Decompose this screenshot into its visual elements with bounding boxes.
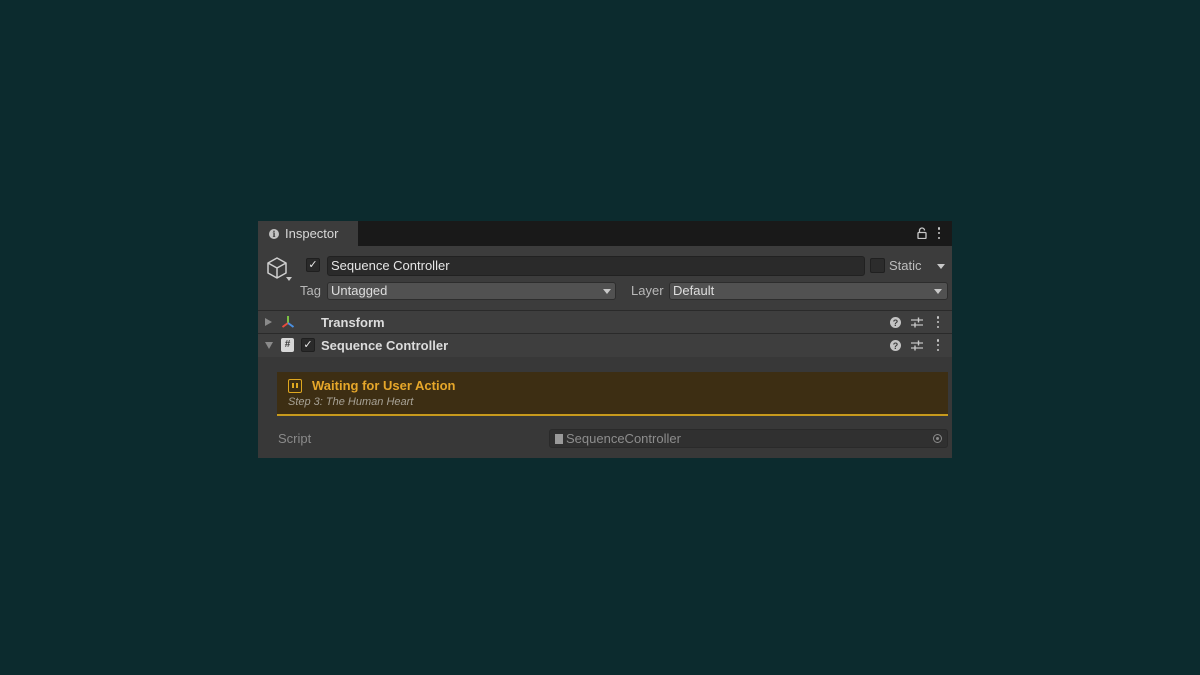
chevron-down-icon [934, 289, 942, 294]
tab-inspector-label: Inspector [285, 226, 339, 241]
component-header-sequence-controller[interactable]: # ✓ Sequence Controller ? [258, 333, 952, 357]
tag-value: Untagged [331, 283, 388, 298]
component-title: Transform [321, 315, 385, 330]
transform-axes-icon [281, 316, 295, 328]
sequence-controller-body: Waiting for User Action Step 3: The Huma… [258, 357, 952, 458]
help-icon[interactable]: ? [890, 317, 901, 328]
tab-inspector[interactable]: i Inspector [258, 221, 358, 246]
foldout-collapsed-icon[interactable] [265, 318, 272, 326]
window-menu-icon[interactable] [937, 227, 941, 239]
gameobject-name-field[interactable]: Sequence Controller [327, 256, 865, 276]
inspector-window: i Inspector ✓ Sequence Controller Static… [258, 221, 952, 458]
component-enabled-checkbox[interactable]: ✓ [301, 338, 315, 352]
layer-value: Default [673, 283, 715, 298]
object-picker-icon[interactable] [933, 434, 942, 443]
lock-icon[interactable] [917, 227, 927, 239]
status-banner: Waiting for User Action Step 3: The Huma… [277, 372, 948, 416]
script-label: Script [278, 431, 312, 446]
presets-icon[interactable] [911, 340, 923, 351]
tag-dropdown[interactable]: Untagged [327, 282, 616, 300]
static-label: Static [889, 258, 922, 273]
gameobject-active-checkbox[interactable]: ✓ [306, 258, 320, 272]
chevron-down-icon [603, 289, 611, 294]
status-subtitle: Step 3: The Human Heart [288, 396, 414, 408]
presets-icon[interactable] [911, 317, 923, 328]
icon-dropdown-caret-icon[interactable] [286, 277, 292, 281]
component-header-transform[interactable]: Transform ? [258, 310, 952, 333]
info-icon: i [269, 228, 279, 239]
component-menu-icon[interactable] [936, 316, 940, 328]
script-value: SequenceController [566, 431, 681, 446]
pause-icon [288, 379, 302, 393]
tag-label: Tag [300, 283, 321, 298]
static-checkbox[interactable] [870, 258, 885, 273]
foldout-expanded-icon[interactable] [265, 342, 273, 349]
script-file-icon [555, 434, 563, 444]
script-object-field[interactable]: SequenceController [549, 429, 948, 448]
help-icon[interactable]: ? [890, 340, 901, 351]
layer-dropdown[interactable]: Default [669, 282, 948, 300]
tab-bar: i Inspector [258, 221, 952, 246]
component-title: Sequence Controller [321, 338, 449, 353]
gameobject-header: ✓ Sequence Controller Static Tag Untagge… [258, 246, 952, 310]
layer-label: Layer [631, 283, 664, 298]
component-menu-icon[interactable] [936, 339, 940, 351]
status-title: Waiting for User Action [312, 378, 456, 393]
static-dropdown-caret-icon[interactable] [937, 264, 945, 269]
csharp-script-icon: # [281, 338, 294, 352]
